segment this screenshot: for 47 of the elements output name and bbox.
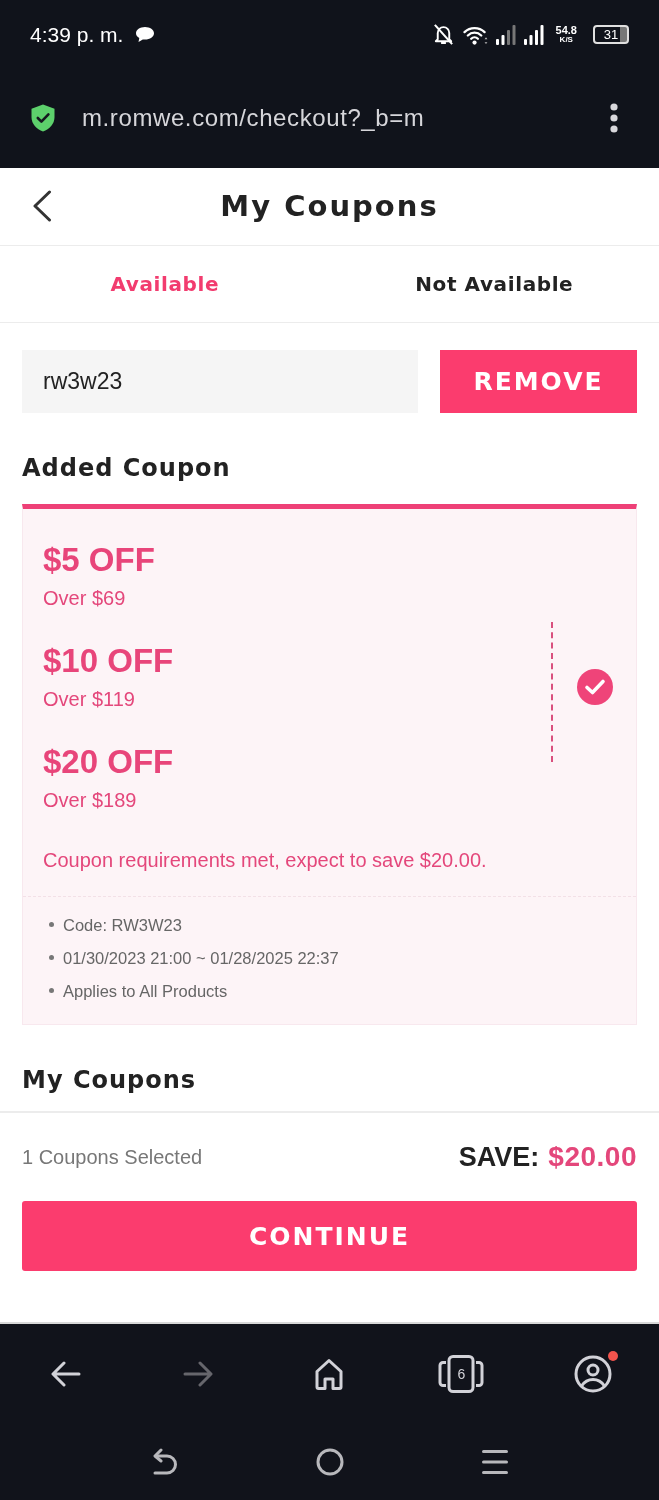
discount-condition: Over $119 (43, 686, 135, 711)
section-heading: Added Coupon (22, 452, 231, 484)
system-back-icon[interactable] (151, 1448, 178, 1476)
tab[interactable]: Available (110, 271, 220, 296)
bullet-icon (49, 988, 54, 994)
discount-amount: $10 OFF (43, 641, 174, 680)
discount-condition: Over $189 (43, 787, 137, 812)
coupon-detail: Code: RW3W23 (63, 914, 182, 936)
save-amount: $20.00 (548, 1141, 637, 1174)
checkmark-circle-icon[interactable] (576, 669, 613, 706)
bell-off-icon (431, 23, 455, 47)
wifi-icon (462, 24, 488, 46)
coupon-code-field[interactable]: rw3w23 (22, 349, 418, 413)
system-menu-icon[interactable] (481, 1449, 508, 1475)
section-heading: My Coupons (22, 1065, 197, 1097)
network-speed: 54.8 (555, 25, 577, 37)
more-menu-icon[interactable] (610, 102, 618, 133)
tab[interactable]: Not Available (415, 271, 574, 296)
home-icon[interactable] (314, 1358, 345, 1390)
bullet-icon (49, 922, 54, 928)
selected-count: 1 Coupons Selected (22, 1145, 203, 1169)
discount-condition: Over $69 (43, 585, 126, 610)
bullet-icon (49, 955, 54, 961)
speed-unit: K/S (559, 36, 573, 45)
back-arrow-icon[interactable] (50, 1361, 81, 1387)
continue-button[interactable]: CONTINUE (22, 1201, 637, 1272)
clock-time: 4:39 p. m. (30, 22, 124, 47)
coupon-card[interactable]: $5 OFF Over $69 $10 OFF Over $119 $20 OFF Over $189 Coupon requirements met, expect to save $20.00. Code: RW3W23 01/30/2023 21:00 ~ 01/28/2025 22:37 Applies to All Products (22, 503, 637, 1026)
system-home-icon[interactable] (315, 1448, 344, 1476)
account-icon[interactable] (574, 1355, 613, 1393)
coupon-detail: 01/30/2023 21:00 ~ 01/28/2025 22:37 (63, 947, 339, 969)
back-chevron-icon[interactable] (32, 190, 52, 223)
page-title: My Coupons (220, 189, 439, 224)
tabs-icon (438, 1355, 485, 1393)
save-label: SAVE: (458, 1142, 540, 1174)
signal-icon (495, 24, 516, 45)
shield-check-icon (31, 103, 55, 132)
remove-button[interactable]: REMOVE (440, 349, 637, 413)
signal-icon (523, 24, 544, 45)
tab-switcher-button[interactable]: 6 (438, 1355, 485, 1393)
discount-amount: $20 OFF (43, 742, 174, 781)
coupon-detail: Applies to All Products (63, 980, 228, 1002)
chat-bubble-icon (136, 27, 155, 43)
coupon-status-message: Coupon requirements met, expect to save $20.00. (42, 847, 487, 873)
discount-amount: $5 OFF (43, 540, 155, 579)
battery-indicator: 31 (593, 25, 629, 45)
url-address[interactable]: m.romwe.com/checkout?_b=m (82, 103, 425, 132)
